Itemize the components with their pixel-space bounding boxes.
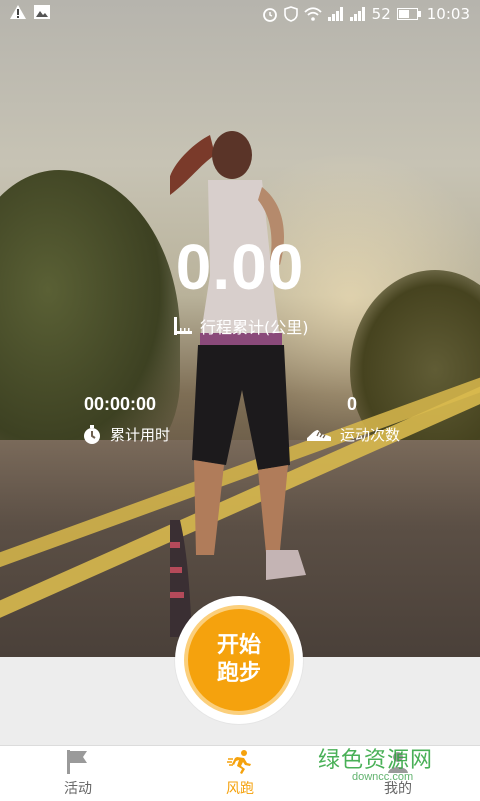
wifi-icon [304, 7, 322, 21]
watermark: 绿色资源网 [318, 748, 434, 773]
warning-icon [10, 5, 26, 19]
status-bar: 52 10:03 [0, 0, 480, 28]
tab-activity-label: 活动 [64, 780, 92, 797]
distance-label: 行程累计(公里) [200, 318, 309, 337]
total-time-value: 00:00:00 [84, 394, 157, 414]
watermark-url: downcc.com [352, 771, 414, 783]
start-running-button[interactable]: 开始 跑步 [184, 605, 294, 715]
shield-icon [283, 6, 298, 22]
total-time-label-row: 累计用时 [82, 424, 170, 445]
image-icon [34, 5, 50, 19]
exercise-count-value: 0 [347, 394, 358, 414]
battery-icon [396, 8, 421, 20]
shoe-icon [307, 429, 331, 441]
ruler-icon [174, 317, 192, 335]
flag-icon [67, 749, 87, 774]
battery-percent: 52 [371, 5, 391, 23]
start-button-line2: 跑步 [216, 661, 261, 686]
tab-run[interactable]: 风跑 [160, 746, 320, 801]
runner-icon [227, 749, 251, 774]
total-time-label: 累计用时 [110, 426, 171, 444]
distance-value: 0.00 [175, 231, 305, 303]
signal-icon [327, 7, 343, 21]
start-button-line1: 开始 [216, 633, 261, 658]
stopwatch-icon [84, 424, 100, 444]
exercise-count-label: 运动次数 [340, 426, 401, 444]
start-button-ring: 开始 跑步 [175, 596, 303, 724]
tab-activity[interactable]: 活动 [0, 746, 160, 801]
tab-run-label: 风跑 [226, 780, 254, 797]
alarm-icon [262, 8, 277, 22]
signal-icon [349, 7, 365, 21]
distance-label-row: 行程累计(公里) [172, 314, 309, 338]
clock: 10:03 [426, 5, 470, 23]
runner-illustration [170, 131, 306, 637]
exercise-count-label-row: 运动次数 [306, 424, 400, 445]
